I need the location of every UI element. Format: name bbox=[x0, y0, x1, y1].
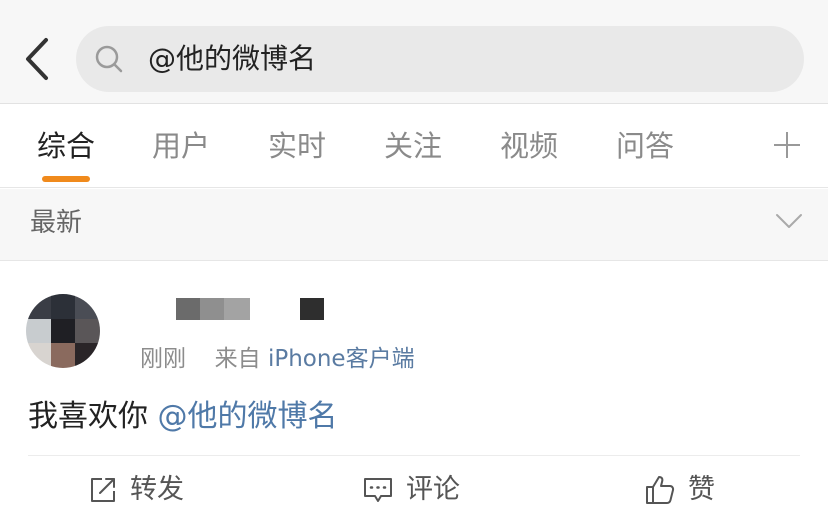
repost-icon bbox=[91, 478, 115, 502]
feed-post: 刚刚 来自 iPhone客户端 我喜欢你 @他的微博名 转发 评论 赞 bbox=[0, 262, 828, 527]
search-icon bbox=[95, 45, 123, 73]
chevron-left-icon bbox=[26, 38, 48, 80]
back-button[interactable] bbox=[20, 36, 56, 82]
post-time: 刚刚 bbox=[140, 346, 186, 372]
search-input[interactable]: @他的微博名 bbox=[148, 40, 316, 78]
chevron-down-icon[interactable] bbox=[774, 211, 804, 231]
top-bar: @他的微博名 bbox=[0, 0, 828, 104]
post-text: 我喜欢你 bbox=[28, 399, 148, 434]
sort-bar[interactable]: 最新 bbox=[0, 189, 828, 261]
like-label: 赞 bbox=[688, 474, 715, 505]
like-button[interactable]: 赞 bbox=[644, 470, 715, 510]
avatar[interactable] bbox=[26, 294, 100, 368]
comment-label: 评论 bbox=[406, 474, 460, 505]
repost-button[interactable]: 转发 bbox=[88, 470, 184, 510]
tab-bar: 综合 用户 实时 关注 视频 问答 bbox=[0, 104, 828, 188]
source-prefix: 来自 bbox=[214, 346, 261, 372]
tab-qa[interactable]: 问答 bbox=[616, 126, 674, 166]
post-source[interactable]: iPhone客户端 bbox=[268, 346, 415, 372]
plus-icon[interactable] bbox=[772, 130, 802, 160]
post-content: 我喜欢你 @他的微博名 bbox=[28, 396, 338, 438]
thumbs-up-icon bbox=[646, 476, 675, 504]
mention-link[interactable]: @他的微博名 bbox=[158, 399, 338, 434]
search-bar[interactable]: @他的微博名 bbox=[76, 26, 804, 92]
tab-video[interactable]: 视频 bbox=[500, 126, 558, 166]
post-meta: 刚刚 来自 iPhone客户端 bbox=[140, 342, 415, 376]
username-pixelated[interactable] bbox=[176, 298, 326, 320]
tab-comprehensive[interactable]: 综合 bbox=[37, 126, 95, 166]
active-tab-indicator bbox=[42, 176, 90, 182]
comment-icon bbox=[364, 478, 392, 502]
comment-button[interactable]: 评论 bbox=[362, 470, 460, 510]
repost-label: 转发 bbox=[130, 474, 184, 505]
tab-following[interactable]: 关注 bbox=[384, 126, 442, 166]
divider bbox=[28, 455, 800, 456]
tab-users[interactable]: 用户 bbox=[152, 126, 210, 166]
tab-realtime[interactable]: 实时 bbox=[268, 126, 326, 166]
sort-label: 最新 bbox=[30, 208, 83, 238]
